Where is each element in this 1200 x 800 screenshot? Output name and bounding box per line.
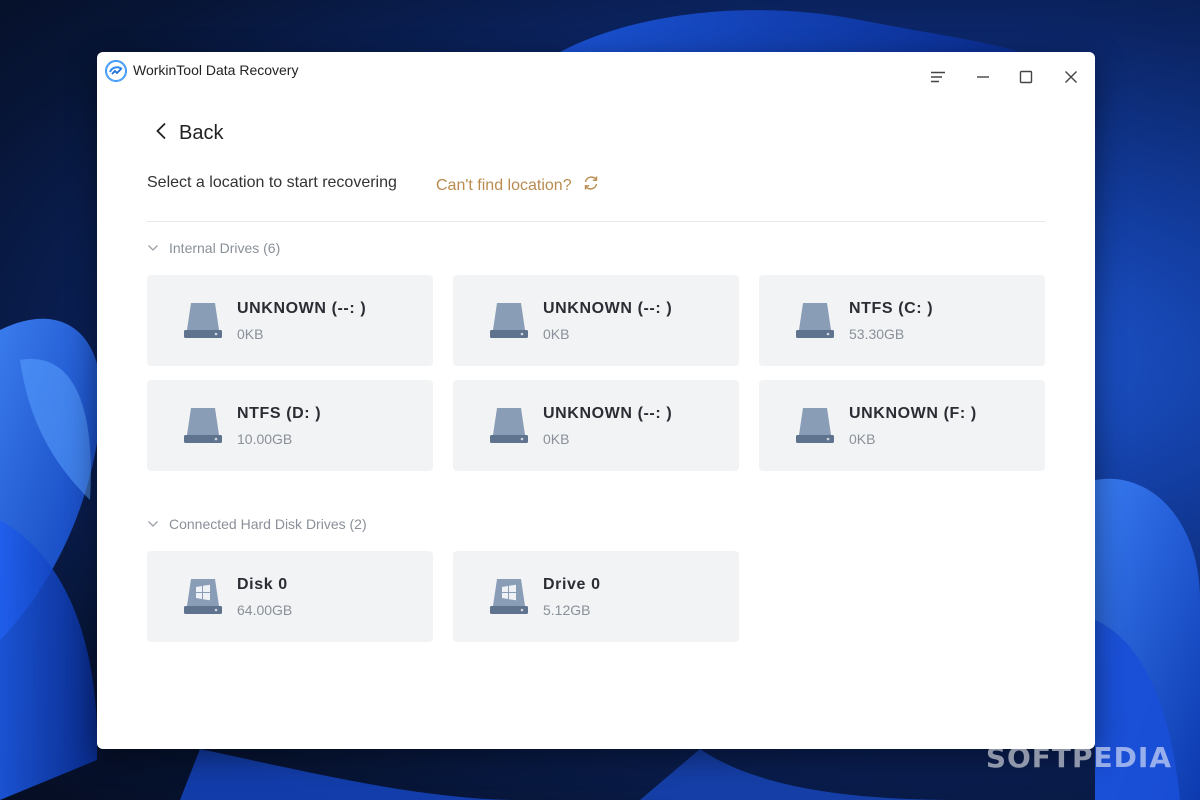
drive-card[interactable]: UNKNOWN (--: ) 0KB: [453, 275, 739, 366]
drive-size: 0KB: [543, 326, 570, 342]
hard-drive-icon: [795, 300, 835, 340]
back-button[interactable]: Back: [155, 118, 223, 148]
drive-name: NTFS (C: ): [849, 300, 934, 317]
app-window: WorkinTool Data Recovery Back Select a l…: [97, 52, 1095, 749]
drive-card[interactable]: UNKNOWN (--: ) 0KB: [147, 275, 433, 366]
maximize-icon[interactable]: [1015, 66, 1037, 88]
windows-drive-icon: [183, 576, 223, 616]
internal-drives-label: Internal Drives (6): [169, 240, 281, 256]
drive-size: 0KB: [237, 326, 264, 342]
disk-card[interactable]: Disk 0 64.00GB: [147, 551, 433, 642]
drive-card[interactable]: UNKNOWN (--: ) 0KB: [453, 380, 739, 471]
disk-size: 64.00GB: [237, 602, 293, 618]
connected-drives-label: Connected Hard Disk Drives (2): [169, 516, 367, 532]
drive-card[interactable]: NTFS (D: ) 10.00GB: [147, 380, 433, 471]
title-bar: WorkinTool Data Recovery: [97, 52, 1095, 102]
minimize-icon[interactable]: [972, 66, 994, 88]
refresh-icon: [572, 174, 600, 197]
drive-size: 0KB: [849, 431, 876, 447]
chevron-down-icon: [147, 239, 159, 257]
chevron-left-icon: [155, 122, 167, 145]
disk-size: 5.12GB: [543, 602, 591, 618]
drive-name: NTFS (D: ): [237, 405, 322, 422]
disk-card[interactable]: Drive 0 5.12GB: [453, 551, 739, 642]
instruction-text: Select a location to start recovering: [147, 174, 397, 191]
windows-drive-icon: [489, 576, 529, 616]
cant-find-location-link[interactable]: Can't find location?: [436, 174, 600, 197]
internal-drives-header[interactable]: Internal Drives (6): [147, 239, 280, 257]
drive-card[interactable]: NTFS (C: ) 53.30GB: [759, 275, 1045, 366]
drive-name: UNKNOWN (F: ): [849, 405, 977, 422]
cant-find-label: Can't find location?: [436, 176, 572, 194]
hamburger-menu-icon[interactable]: [927, 66, 949, 88]
drive-name: UNKNOWN (--: ): [543, 300, 673, 317]
close-icon[interactable]: [1060, 66, 1082, 88]
drive-name: UNKNOWN (--: ): [543, 405, 673, 422]
app-logo-icon: [105, 60, 127, 82]
hard-drive-icon: [795, 405, 835, 445]
hard-drive-icon: [489, 405, 529, 445]
softpedia-watermark: SOFTPEDIA: [985, 741, 1172, 774]
app-title: WorkinTool Data Recovery: [133, 62, 299, 78]
drive-card[interactable]: UNKNOWN (F: ) 0KB: [759, 380, 1045, 471]
drive-size: 53.30GB: [849, 326, 905, 342]
connected-drives-header[interactable]: Connected Hard Disk Drives (2): [147, 515, 367, 533]
disk-name: Drive 0: [543, 576, 601, 593]
hard-drive-icon: [183, 405, 223, 445]
header-divider: [147, 221, 1045, 222]
drive-name: UNKNOWN (--: ): [237, 300, 367, 317]
drive-size: 10.00GB: [237, 431, 293, 447]
hard-drive-icon: [489, 300, 529, 340]
disk-name: Disk 0: [237, 576, 288, 593]
chevron-down-icon: [147, 515, 159, 533]
drive-size: 0KB: [543, 431, 570, 447]
back-label: Back: [179, 121, 224, 144]
hard-drive-icon: [183, 300, 223, 340]
